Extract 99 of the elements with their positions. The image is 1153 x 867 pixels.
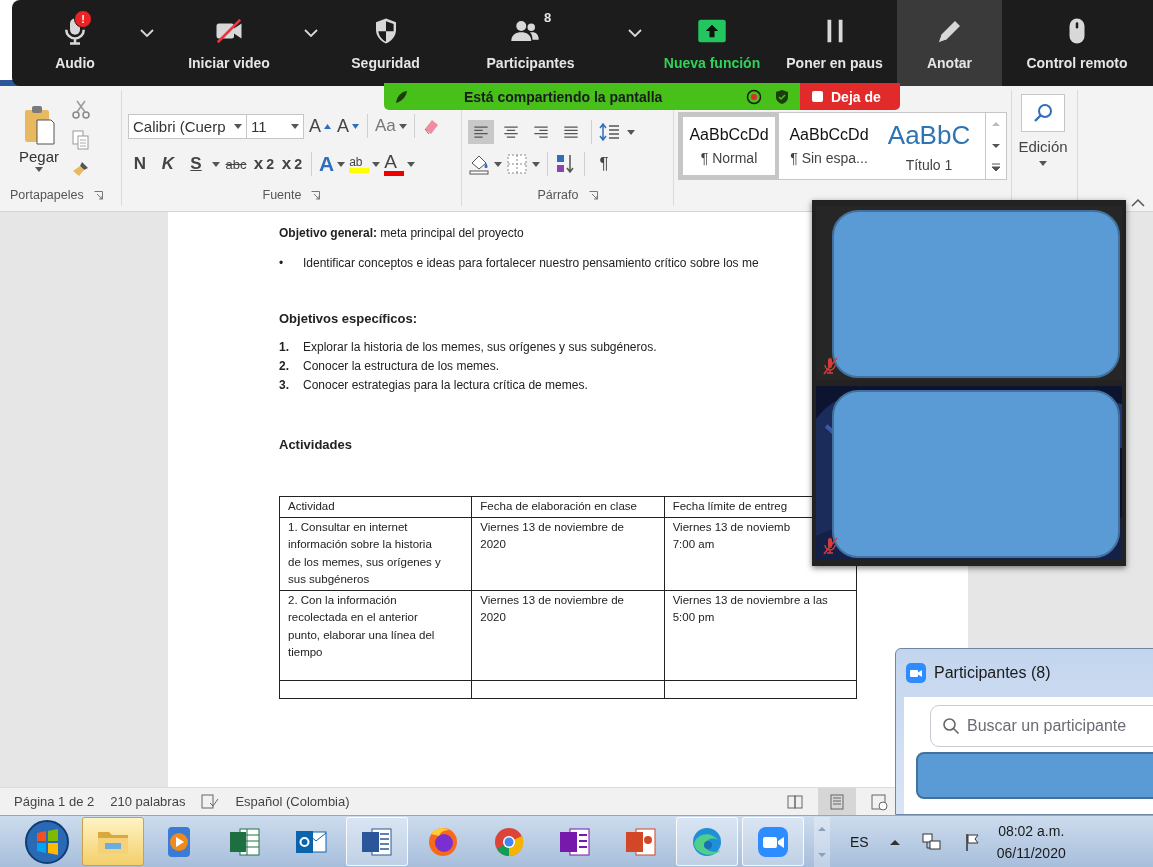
table-cell: 2. Con la información recolectada en el anterior punto, elaborar una línea del tiempo [288, 593, 435, 658]
caret-icon[interactable] [407, 161, 416, 167]
section-heading: Objetivos específicos: [279, 311, 418, 326]
group-label: Portapapeles [10, 188, 84, 202]
paint-bucket-icon[interactable] [468, 153, 490, 175]
show-hidden-icons-icon[interactable] [888, 837, 901, 846]
paintbrush-icon[interactable] [72, 160, 90, 178]
chevron-icon[interactable] [304, 28, 318, 38]
style-option[interactable]: AaBbCcDd ¶ Sin espa... [779, 113, 879, 179]
collapse-ribbon-icon[interactable] [1131, 198, 1145, 207]
font-name-field[interactable]: Calibri (Cuerp [128, 113, 247, 139]
sort-icon[interactable] [555, 153, 577, 175]
video-camera-icon [906, 663, 926, 683]
window-title: Participantes (8) [934, 664, 1051, 682]
table-cell: Viernes 13 de noviembre de 2020 [480, 593, 624, 623]
align-left-button[interactable] [468, 120, 494, 144]
record-icon[interactable] [746, 88, 762, 105]
participants-button[interactable]: 8 Participantes [443, 0, 618, 86]
font-color-button[interactable]: A [384, 151, 416, 177]
leaf-icon [394, 89, 408, 104]
caret-icon[interactable] [337, 161, 346, 167]
shrink-font-button[interactable]: A [336, 113, 360, 139]
input-language[interactable]: ES [850, 833, 869, 850]
show-marks-button[interactable]: ¶ [592, 151, 616, 177]
windows-logo-icon[interactable] [24, 818, 70, 865]
alert-badge: ! [74, 9, 92, 28]
dialog-launcher-icon[interactable] [588, 190, 598, 200]
change-case-button[interactable]: Aa [375, 113, 407, 139]
caret-icon[interactable] [352, 123, 359, 129]
style-option[interactable]: AaBbC Título 1 [879, 113, 979, 179]
column-header: Actividad [279, 496, 472, 517]
table-cell: Viernes 13 de noviembre a las 5:00 pm [672, 593, 828, 623]
bullet-marker: • [279, 255, 285, 272]
caret-icon[interactable] [398, 123, 407, 129]
word-count[interactable]: 210 palabras [110, 794, 186, 809]
remote-button[interactable]: Control remoto [1002, 0, 1152, 86]
caret-icon[interactable] [291, 123, 299, 129]
list-number: 2. [279, 358, 290, 375]
caret-icon[interactable] [212, 161, 220, 167]
underline-button[interactable]: S [184, 151, 208, 177]
annotate-button[interactable]: Anotar [897, 0, 1002, 86]
caret-icon[interactable] [372, 161, 381, 167]
caret-icon[interactable] [35, 167, 43, 172]
caret-icon[interactable] [532, 161, 540, 167]
read-view-icon [786, 792, 804, 811]
page-count: Página 1 de 2 [14, 794, 95, 809]
caret-icon[interactable] [494, 161, 502, 167]
grow-font-button[interactable]: A [308, 113, 332, 139]
paste-button[interactable]: Pegar [10, 92, 68, 184]
stop-share-button[interactable]: Deja de [800, 83, 900, 110]
table-cell: Viernes 13 de noviemb 7:00 am [672, 520, 791, 550]
font-size-field[interactable]: 11 [246, 113, 304, 139]
network-icon[interactable] [920, 831, 943, 852]
caret-icon[interactable] [627, 129, 635, 135]
paragraph: Objetivo general: meta principal del proyecto [279, 226, 525, 240]
clock-date: 06/11/2020 [996, 843, 1066, 863]
web-view-icon [870, 792, 888, 811]
search-icon [942, 717, 960, 735]
dialog-launcher-icon[interactable] [93, 190, 103, 200]
strike-button[interactable]: abc [224, 151, 248, 177]
clock[interactable]: 08:02 a.m. 06/11/2020 [996, 819, 1066, 864]
dialog-launcher-icon[interactable] [311, 190, 321, 200]
proofing-icon[interactable] [201, 793, 220, 810]
scissors-icon[interactable] [72, 100, 90, 120]
participant-count: 8 [543, 9, 552, 25]
caret-icon[interactable] [234, 123, 242, 129]
shield-check-icon[interactable] [774, 88, 790, 105]
list-item: Conocer estrategias para la lectura crítica de memes. [303, 377, 588, 394]
print-view-icon [828, 792, 846, 811]
search-field[interactable]: Buscar un participante [930, 705, 1153, 747]
caret-icon[interactable] [1039, 161, 1047, 166]
pause-button[interactable]: Poner en paus [772, 0, 897, 86]
table-cell: 1. Consultar en internet información sobre la historia de los memes, sus orígenes y sus subgéneros [288, 520, 441, 585]
search-icon [1032, 102, 1054, 124]
list-item: Explorar la historia de los memes, sus orígenes y sus subgéneros. [303, 339, 657, 356]
caret-icon[interactable] [324, 123, 331, 129]
clipboard-icon [23, 104, 55, 146]
bold-button[interactable]: N [128, 151, 152, 177]
chevron-icon[interactable] [628, 28, 642, 38]
clock-time: 08:02 a.m. [998, 821, 1065, 841]
text-effects-button[interactable]: A [319, 151, 346, 177]
list-number: 3. [279, 377, 290, 394]
list-item: Conocer la estructura de los memes. [303, 358, 500, 375]
group-label: Fuente [262, 188, 302, 202]
table-cell: Viernes 13 de noviembre de 2020 [480, 520, 624, 550]
highlight-button[interactable]: ab [349, 151, 381, 177]
editing-button[interactable]: Edición [1012, 94, 1074, 166]
sharing-status: Está compartiendo la pantalla [464, 88, 663, 105]
chevron-icon[interactable] [140, 28, 154, 38]
italic-button[interactable]: K [156, 151, 180, 177]
audio-button[interactable]: ! Audio [20, 0, 130, 86]
language-status[interactable]: Español (Colombia) [235, 794, 350, 809]
list-item: Identificar conceptos e ideas para fortalecer nuestro pensamiento crítico sobre los me [303, 255, 759, 272]
video-button[interactable]: Iniciar video [164, 0, 294, 86]
style-option[interactable]: AaBbCcDd ¶ Normal [679, 113, 779, 179]
section-heading: Actividades [279, 437, 353, 452]
group-label: Párrafo [537, 188, 579, 202]
list-number: 1. [279, 339, 290, 356]
column-header: Fecha de elaboración en clase [471, 496, 665, 517]
